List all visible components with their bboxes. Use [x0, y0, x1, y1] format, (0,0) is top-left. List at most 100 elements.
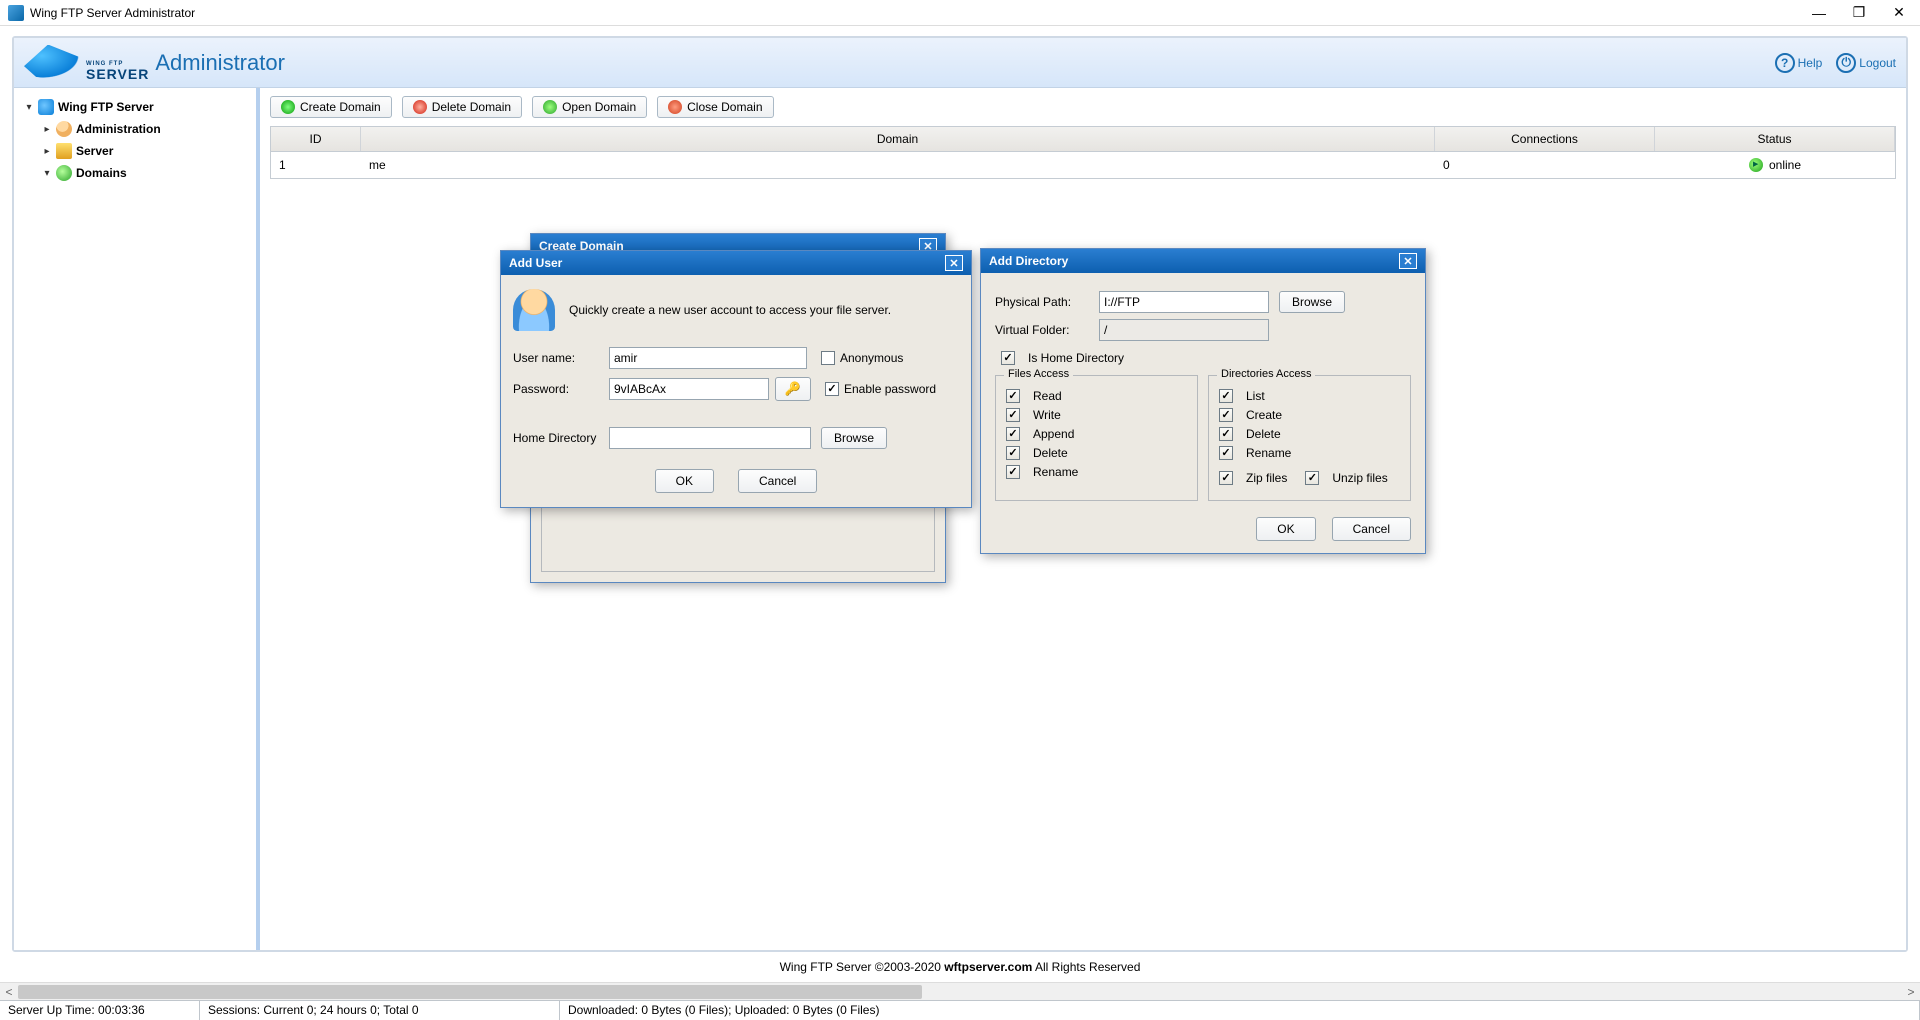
create-domain-button[interactable]: Create Domain	[270, 96, 392, 118]
logout-link[interactable]: ⏻Logout	[1836, 53, 1896, 73]
scroll-track[interactable]	[18, 985, 1902, 999]
tree-root[interactable]: ▾ Wing FTP Server	[24, 96, 250, 118]
caret-right-icon[interactable]: ▸	[42, 146, 52, 156]
status-transfer: Downloaded: 0 Bytes (0 Files); Uploaded:…	[560, 1001, 1920, 1020]
logo-swoosh-icon	[24, 45, 84, 81]
password-label: Password:	[513, 382, 609, 396]
username-input[interactable]	[609, 347, 807, 369]
table-row[interactable]: 1 me 0 online	[271, 152, 1895, 178]
grid-header-domain[interactable]: Domain	[361, 127, 1435, 151]
open-icon	[543, 100, 557, 114]
password-input[interactable]	[609, 378, 769, 400]
app-icon	[8, 5, 24, 21]
perm-write-checkbox[interactable]	[1006, 408, 1020, 422]
grid-header-status[interactable]: Status	[1655, 127, 1895, 151]
add-user-cancel-button[interactable]: Cancel	[738, 469, 817, 493]
scroll-left-icon[interactable]: <	[0, 985, 18, 999]
create-icon	[281, 100, 295, 114]
perm-dir-rename-checkbox[interactable]	[1219, 446, 1233, 460]
minimize-button[interactable]: —	[1806, 5, 1832, 21]
grid-header-connections[interactable]: Connections	[1435, 127, 1655, 151]
server-icon	[56, 143, 72, 159]
footer-link[interactable]: wftpserver.com	[944, 960, 1032, 974]
add-directory-close-button[interactable]: ✕	[1399, 253, 1417, 269]
admin-icon	[56, 121, 72, 137]
perm-dir-delete-label: Delete	[1246, 427, 1281, 441]
perm-zip-checkbox[interactable]	[1219, 471, 1233, 485]
perm-read-checkbox[interactable]	[1006, 389, 1020, 403]
add-user-close-button[interactable]: ✕	[945, 255, 963, 271]
tree-administration[interactable]: ▸ Administration	[42, 118, 250, 140]
window-title: Wing FTP Server Administrator	[30, 6, 1806, 20]
cell-id: 1	[271, 152, 361, 178]
cell-connections: 0	[1435, 152, 1655, 178]
cell-domain: me	[361, 152, 1435, 178]
sidebar: ▾ Wing FTP Server ▸ Administration	[14, 88, 260, 950]
add-user-ok-button[interactable]: OK	[655, 469, 714, 493]
physical-path-label: Physical Path:	[995, 295, 1089, 309]
tree-domains-label: Domains	[76, 166, 127, 180]
maximize-button[interactable]: ❐	[1846, 4, 1872, 21]
horizontal-scrollbar[interactable]: < >	[0, 982, 1920, 1000]
files-access-legend: Files Access	[1004, 368, 1073, 380]
grid-header-id[interactable]: ID	[271, 127, 361, 151]
footer: Wing FTP Server ©2003-2020 wftpserver.co…	[0, 952, 1920, 982]
delete-domain-button[interactable]: Delete Domain	[402, 96, 522, 118]
files-access-group: Files Access Read Write Append Delete Re…	[995, 375, 1198, 501]
caret-right-icon[interactable]: ▸	[42, 124, 52, 134]
anonymous-checkbox[interactable]	[821, 351, 835, 365]
perm-file-delete-label: Delete	[1033, 446, 1068, 460]
tree-server[interactable]: ▸ Server	[42, 140, 250, 162]
domain-icon	[56, 165, 72, 181]
is-home-label: Is Home Directory	[1028, 351, 1124, 365]
add-directory-cancel-button[interactable]: Cancel	[1332, 517, 1411, 541]
user-avatar-icon	[513, 289, 555, 331]
perm-dir-delete-checkbox[interactable]	[1219, 427, 1233, 441]
physical-path-input[interactable]	[1099, 291, 1269, 313]
status-bar: Server Up Time: 00:03:36 Sessions: Curre…	[0, 1000, 1920, 1020]
content-area: Create Domain Delete Domain Open Domain …	[260, 88, 1906, 950]
close-domain-button[interactable]: Close Domain	[657, 96, 773, 118]
perm-dir-rename-label: Rename	[1246, 446, 1291, 460]
tree-domains[interactable]: ▾ Domains	[42, 162, 250, 184]
perm-unzip-label: Unzip files	[1332, 471, 1387, 485]
scroll-thumb[interactable]	[18, 985, 922, 999]
browse-home-button[interactable]: Browse	[821, 427, 887, 449]
tree-root-label: Wing FTP Server	[58, 100, 154, 114]
perm-file-rename-checkbox[interactable]	[1006, 465, 1020, 479]
add-user-intro: Quickly create a new user account to acc…	[569, 303, 891, 317]
home-directory-input[interactable]	[609, 427, 811, 449]
logo: WING FTP SERVER	[24, 45, 149, 81]
close-window-button[interactable]: ✕	[1886, 4, 1912, 21]
caret-down-icon[interactable]: ▾	[42, 168, 52, 178]
browse-physical-button[interactable]: Browse	[1279, 291, 1345, 313]
perm-file-rename-label: Rename	[1033, 465, 1078, 479]
perm-create-checkbox[interactable]	[1219, 408, 1233, 422]
open-domain-button[interactable]: Open Domain	[532, 96, 647, 118]
perm-append-checkbox[interactable]	[1006, 427, 1020, 441]
domain-grid: ID Domain Connections Status 1 me 0 onli…	[270, 126, 1896, 179]
scroll-right-icon[interactable]: >	[1902, 985, 1920, 999]
generate-password-button[interactable]: 🔑	[775, 377, 811, 401]
is-home-checkbox[interactable]	[1001, 351, 1015, 365]
perm-file-delete-checkbox[interactable]	[1006, 446, 1020, 460]
key-icon: 🔑	[785, 381, 801, 397]
perm-list-checkbox[interactable]	[1219, 389, 1233, 403]
add-directory-ok-button[interactable]: OK	[1256, 517, 1315, 541]
caret-down-icon[interactable]: ▾	[24, 102, 34, 112]
enable-password-checkbox[interactable]	[825, 382, 839, 396]
home-directory-label: Home Directory	[513, 431, 609, 445]
help-link[interactable]: ?Help	[1775, 53, 1823, 73]
perm-zip-label: Zip files	[1246, 471, 1287, 485]
directories-access-legend: Directories Access	[1217, 368, 1315, 380]
tree-admin-label: Administration	[76, 122, 161, 136]
virtual-folder-input	[1099, 319, 1269, 341]
online-icon	[1749, 158, 1763, 172]
logo-server-text: SERVER	[86, 67, 149, 81]
banner-title: Administrator	[155, 50, 285, 76]
add-user-dialog: Add User ✕ Quickly create a new user acc…	[500, 250, 972, 508]
perm-unzip-checkbox[interactable]	[1305, 471, 1319, 485]
perm-list-label: List	[1246, 389, 1265, 403]
titlebar: Wing FTP Server Administrator — ❐ ✕	[0, 0, 1920, 26]
enable-password-label: Enable password	[844, 382, 936, 396]
